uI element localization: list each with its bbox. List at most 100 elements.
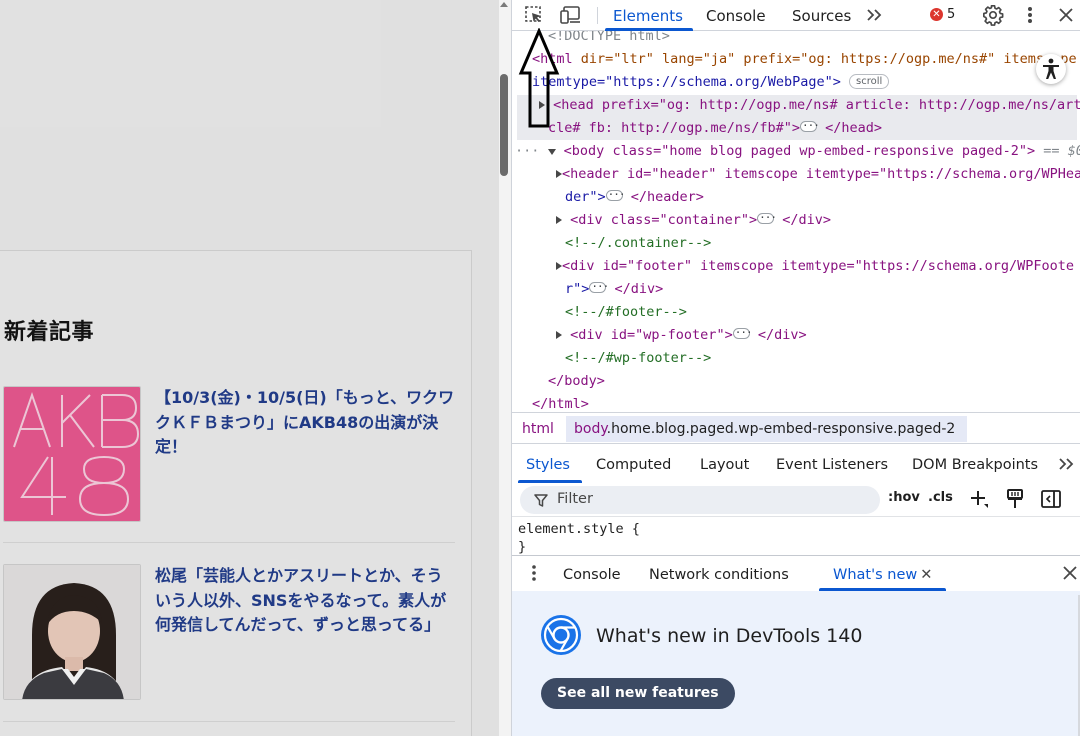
collapsed-ellipsis[interactable] <box>757 206 776 229</box>
accessibility-icon <box>1043 58 1059 79</box>
subtab-event-listeners[interactable]: Event Listeners <box>776 457 888 473</box>
chrome-devtools-logo-icon <box>541 615 581 655</box>
drawer-menu-icon[interactable] <box>522 562 546 584</box>
body-open-tag: <body class="home blog paged wp-embed-re… <box>563 143 1036 159</box>
tab-sources[interactable]: Sources <box>792 7 851 25</box>
portrait-photo-image <box>4 565 140 699</box>
element-style-rule[interactable]: element.style { } <box>518 520 640 556</box>
dom-comment-container[interactable]: <!--/.container--> <box>565 232 711 255</box>
breadcrumb-body-tag: body <box>574 421 607 437</box>
article-thumbnail[interactable] <box>3 386 141 522</box>
dom-node-html-itemtype[interactable]: itemtype="https://schema.org/WebPage"> s… <box>532 71 890 94</box>
dom-node-html[interactable]: <html dir="ltr" lang="ja" prefix="og: ht… <box>532 48 1077 71</box>
drawer-tab-console[interactable]: Console <box>563 567 621 583</box>
error-icon: ✕ <box>930 8 943 21</box>
dom-node-footer[interactable]: <div id="footer" itemscope itemtype="htt… <box>556 255 1074 278</box>
hover-state-toggle[interactable]: :hov <box>888 490 920 505</box>
inspect-element-icon[interactable] <box>522 4 546 26</box>
drawer-toolbar: Console Network conditions What's new ✕ <box>512 555 1080 591</box>
subtab-dom-breakpoints[interactable]: DOM Breakpoints <box>912 457 1038 473</box>
paint-brush-icon[interactable] <box>1003 488 1027 510</box>
selected-node-marker: == $0 <box>1043 143 1080 159</box>
pointer-arrow-annotation <box>518 28 560 128</box>
dom-node-header-cont[interactable]: der"> </header> <box>565 183 704 209</box>
devtools-panel: Elements Console Sources ✕ 5 <!DOCTYPE h… <box>511 0 1080 736</box>
article-title-link[interactable]: 松尾「芸能人とかアスリートとか、そういう人以外、SNSをやるなって。素人が何発信… <box>155 564 455 638</box>
breadcrumb: html body.home.blog.paged.wp-embed-respo… <box>512 412 1080 444</box>
collapsed-ellipsis[interactable] <box>589 275 608 298</box>
device-toolbar-icon[interactable] <box>559 4 583 26</box>
html-attributes: dir="ltr" lang="ja" prefix="og: https://… <box>580 51 1077 67</box>
whats-new-title: What's new in DevTools 140 <box>596 625 863 647</box>
breadcrumb-html[interactable]: html <box>522 421 554 437</box>
header-close-tag: </header> <box>630 189 704 205</box>
div-container-tag: <div class="container"> <box>570 212 758 228</box>
expand-triangle-icon[interactable] <box>556 216 562 224</box>
article-thumbnail[interactable] <box>3 564 141 700</box>
div-close-tag: </div> <box>757 327 807 343</box>
close-drawer-icon[interactable] <box>1058 562 1080 584</box>
div-close-tag: </div> <box>614 281 664 297</box>
div-wpfooter-tag: <div id="wp-footer"> <box>570 327 733 343</box>
collapsed-ellipsis[interactable] <box>799 114 819 137</box>
devtools-toolbar: Elements Console Sources ✕ 5 <box>512 0 1080 31</box>
whats-new-panel: What's new in DevTools 140 See all new f… <box>512 591 1080 736</box>
close-tab-icon[interactable]: ✕ <box>920 567 932 583</box>
web-page: 新着記事 【10/3(金)・10/5(日)「もっと、ワクワクＫＦＢまつり」にAK… <box>0 0 511 736</box>
scroll-up-icon[interactable] <box>500 2 508 7</box>
dom-node-header[interactable]: <header id="header" itemscope itemtype="… <box>556 163 1080 186</box>
breadcrumb-body[interactable]: body.home.blog.paged.wp-embed-responsive… <box>566 416 967 442</box>
toggle-sidebar-icon[interactable] <box>1039 488 1063 510</box>
settings-gear-icon[interactable] <box>981 4 1005 26</box>
filter-icon <box>534 494 548 507</box>
dom-tree[interactable]: <!DOCTYPE html> <html dir="ltr" lang="ja… <box>512 31 1080 412</box>
close-devtools-icon[interactable] <box>1054 4 1078 26</box>
footer-open-tag: <div id="footer" itemscope itemtype="htt… <box>562 258 1075 274</box>
drawer-tab-whats-new-label: What's new <box>833 567 918 583</box>
styles-filter-input[interactable]: Filter <box>520 486 880 514</box>
html-itemtype: itemtype="https://schema.org/WebPage"> <box>532 74 841 90</box>
filter-placeholder: Filter <box>557 491 593 507</box>
article-title-link[interactable]: 【10/3(金)・10/5(日)「もっと、ワクワクＫＦＢまつり」にAKB48の出… <box>155 386 455 460</box>
dom-node-wp-footer[interactable]: <div id="wp-footer"> </div> <box>556 321 807 347</box>
head-open-tag-cont: cle# fb: http://ogp.me/ns/fb#"> <box>548 120 800 136</box>
section-title: 新着記事 <box>4 320 95 345</box>
tab-console[interactable]: Console <box>706 7 766 25</box>
dom-body-close[interactable]: </body> <box>548 370 605 393</box>
subtab-layout[interactable]: Layout <box>700 457 749 473</box>
collapsed-ellipsis[interactable] <box>605 183 625 206</box>
drawer-tab-network-conditions[interactable]: Network conditions <box>649 567 789 583</box>
dom-node-body[interactable]: ··· <body class="home blog paged wp-embe… <box>515 140 1080 163</box>
collapsed-ellipsis[interactable] <box>732 321 752 344</box>
toolbar-separator <box>597 7 598 24</box>
more-subtabs-icon[interactable] <box>1055 453 1079 475</box>
header-open-tag-cont: der"> <box>565 189 606 205</box>
header-open-tag: <header id="header" itemscope itemtype="… <box>562 166 1080 182</box>
subtab-computed[interactable]: Computed <box>596 457 671 473</box>
page-scrollbar[interactable] <box>499 0 511 736</box>
dom-comment-wp-footer[interactable]: <!--/#wp-footer--> <box>565 347 711 370</box>
more-tabs-icon[interactable] <box>863 4 887 26</box>
head-open-tag: <head prefix="og: http://ogp.me/ns# arti… <box>553 97 1080 113</box>
new-style-rule-icon[interactable] <box>967 488 991 510</box>
dom-node-footer-cont[interactable]: r"> </div> <box>565 275 664 301</box>
more-options-icon[interactable] <box>1018 4 1042 26</box>
accessibility-tree-toggle[interactable] <box>1036 54 1066 84</box>
scrollbar-thumb[interactable] <box>500 74 508 176</box>
see-all-features-button[interactable]: See all new features <box>541 678 735 709</box>
dom-html-close[interactable]: </html> <box>532 393 589 412</box>
dom-node-container[interactable]: <div class="container"> </div> <box>556 206 831 232</box>
expand-triangle-icon[interactable] <box>556 331 562 339</box>
collapse-triangle-icon[interactable] <box>547 149 556 155</box>
class-toggle[interactable]: .cls <box>928 490 953 505</box>
subtab-styles[interactable]: Styles <box>526 457 570 473</box>
dom-node-head-cont[interactable]: cle# fb: http://ogp.me/ns/fb#"> </head> <box>548 114 882 140</box>
dom-doctype[interactable]: <!DOCTYPE html> <box>548 31 670 48</box>
screen: 新着記事 【10/3(金)・10/5(日)「もっと、ワクワクＫＦＢまつり」にAK… <box>0 0 1080 736</box>
scroll-badge[interactable]: scroll <box>849 74 890 89</box>
error-count-badge[interactable]: ✕ 5 <box>930 7 955 22</box>
drawer-tab-whats-new[interactable]: What's new ✕ <box>833 567 932 583</box>
dom-comment-footer[interactable]: <!--/#footer--> <box>565 301 687 324</box>
tab-elements[interactable]: Elements <box>613 7 683 25</box>
divider <box>3 721 455 722</box>
